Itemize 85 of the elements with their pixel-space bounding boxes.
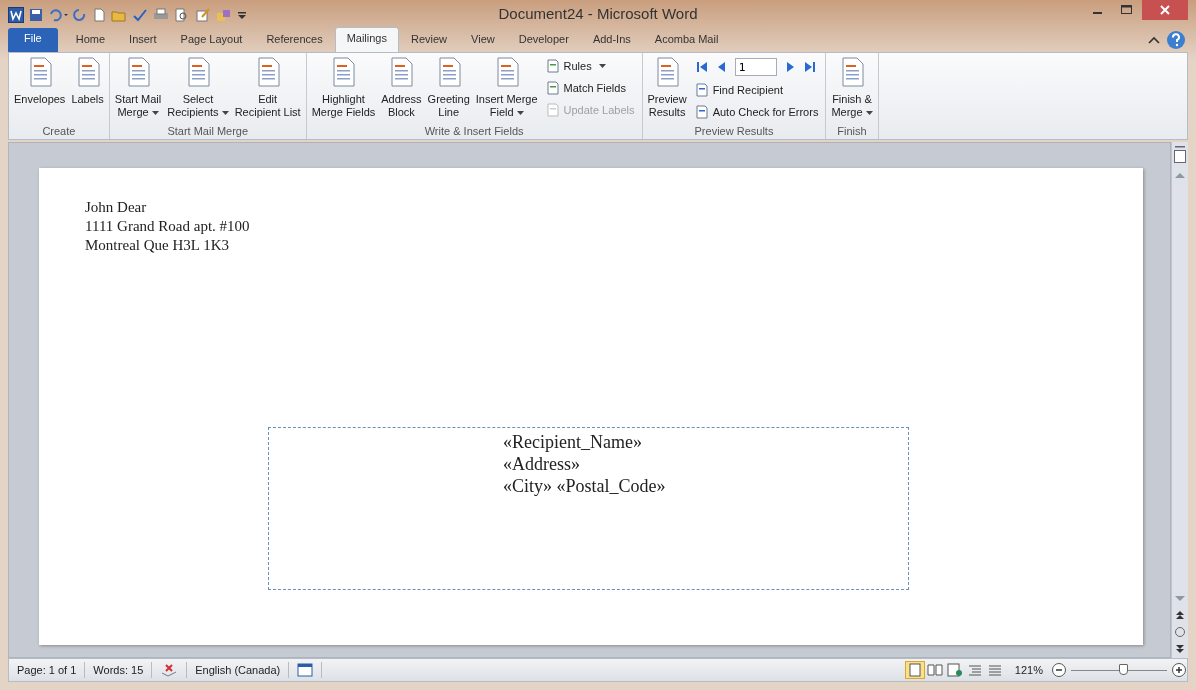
- document-icon: [694, 105, 709, 119]
- page-count[interactable]: Page: 1 of 1: [9, 662, 86, 678]
- record-number-field[interactable]: 1: [734, 58, 777, 76]
- zoom-out-icon[interactable]: [1051, 662, 1067, 678]
- address-line: John Dear: [85, 198, 147, 217]
- ribbon-tab[interactable]: View: [459, 28, 507, 52]
- ribbon-tab[interactable]: Review: [399, 28, 460, 52]
- scroll-down-icon[interactable]: [1174, 594, 1186, 604]
- edit-document-icon[interactable]: [195, 8, 211, 22]
- document-icon: [694, 83, 709, 97]
- merge-field-line: «Recipient_Name»: [503, 431, 642, 453]
- document-icon: [545, 103, 560, 117]
- print-layout-icon[interactable]: [905, 662, 924, 678]
- ribbon-tab[interactable]: Add-Ins: [580, 28, 643, 52]
- group-label: Start Mail Merge: [166, 125, 250, 139]
- ribbon-tab[interactable]: Page Layout: [168, 28, 255, 52]
- ribbon-button[interactable]: Finish & Merge: [829, 57, 875, 119]
- scroll-up-icon[interactable]: [1174, 170, 1186, 180]
- ribbon-button[interactable]: Select Recipients: [165, 57, 231, 119]
- previous-page-icon[interactable]: [1174, 610, 1186, 620]
- merge-field-line: «Address»: [503, 453, 580, 475]
- dropdown-arrow-icon: [865, 111, 873, 116]
- macro-recording-icon[interactable]: [297, 663, 314, 677]
- ribbon-button[interactable]: Insert Merge Field: [473, 57, 540, 119]
- dropdown-arrow-icon: [221, 111, 229, 116]
- next-page-icon[interactable]: [1174, 644, 1186, 654]
- proofing-error-icon[interactable]: [160, 663, 179, 677]
- ribbon-button[interactable]: Labels: [69, 57, 106, 106]
- save-icon[interactable]: [29, 8, 43, 22]
- group-label: Preview Results: [693, 125, 775, 139]
- dropdown-arrow-icon: [151, 111, 159, 116]
- close-icon[interactable]: [1142, 0, 1188, 20]
- group-label: Write & Insert Fields: [423, 125, 525, 139]
- print-preview-icon[interactable]: [174, 8, 190, 22]
- redo-icon[interactable]: [73, 8, 87, 22]
- ribbon-tab[interactable]: References: [254, 28, 335, 52]
- document-icon: [545, 81, 560, 95]
- group-label: Create: [41, 125, 77, 139]
- merge-field-line: «City» «Postal_Code»: [503, 475, 666, 497]
- web-layout-icon[interactable]: [945, 662, 964, 678]
- collapse-ribbon-icon[interactable]: [1148, 35, 1160, 45]
- ribbon-tab[interactable]: Acomba Mail: [642, 28, 731, 52]
- reading-layout-icon[interactable]: [925, 662, 944, 678]
- word-logo-icon[interactable]: [8, 7, 24, 23]
- ribbon-button[interactable]: Edit Recipient List: [232, 57, 303, 119]
- ribbon-button[interactable]: Match Fields: [545, 79, 635, 97]
- help-icon[interactable]: [1166, 30, 1186, 50]
- undo-icon[interactable]: [48, 8, 68, 22]
- vertical-scrollbar[interactable]: [1171, 142, 1188, 658]
- ribbon-button[interactable]: Auto Check for Errors: [694, 103, 819, 121]
- ribbon-button[interactable]: Highlight Merge Fields: [309, 57, 378, 119]
- zoom-slider[interactable]: [1071, 663, 1167, 677]
- ribbon-button[interactable]: Envelopes: [12, 57, 68, 106]
- zoom-level[interactable]: 121%: [1004, 664, 1051, 676]
- word-count[interactable]: Words: 15: [85, 662, 153, 678]
- address-line: 1111 Grand Road apt. #100: [85, 217, 250, 236]
- shapes-icon[interactable]: [216, 8, 232, 22]
- browse-object-icon[interactable]: [1174, 626, 1186, 638]
- zoom-in-icon[interactable]: [1171, 662, 1187, 678]
- spelling-check-icon[interactable]: [132, 8, 148, 22]
- window-title: Document24 - Microsoft Word: [498, 5, 698, 22]
- language-indicator[interactable]: English (Canada): [187, 662, 290, 678]
- new-document-icon[interactable]: [92, 8, 106, 22]
- ribbon-button[interactable]: Start Mail Merge: [112, 57, 164, 119]
- ribbon-button[interactable]: Find Recipient: [694, 81, 819, 99]
- ribbon-tab[interactable]: Mailings: [334, 27, 399, 52]
- file-tab[interactable]: File: [8, 28, 58, 52]
- ribbon-tab[interactable]: Insert: [117, 28, 169, 52]
- last-record-icon[interactable]: [802, 60, 817, 74]
- ribbon-tab[interactable]: Developer: [506, 28, 581, 52]
- zoom-slider-thumb[interactable]: [1118, 664, 1128, 675]
- dropdown-arrow-icon: [516, 111, 524, 116]
- ribbon-tab[interactable]: Home: [63, 28, 118, 52]
- address-line: Montreal Que H3L 1K3: [85, 236, 229, 255]
- ribbon-button[interactable]: Preview Results: [645, 57, 689, 119]
- ribbon-button[interactable]: Rules: [545, 57, 635, 75]
- ruler-toggle-icon[interactable]: [1173, 146, 1187, 164]
- dropdown-arrow-icon: [598, 64, 606, 68]
- group-label: Finish: [836, 125, 868, 139]
- ribbon-button[interactable]: Address Block: [379, 57, 424, 119]
- document-icon: [545, 59, 560, 73]
- address-text-box[interactable]: «Recipient_Name» «Address» «City» «Postal_Code»: [268, 427, 909, 590]
- ribbon-button[interactable]: Greeting Line: [425, 57, 472, 119]
- first-record-icon[interactable]: [694, 60, 709, 74]
- printer-icon[interactable]: [153, 8, 169, 22]
